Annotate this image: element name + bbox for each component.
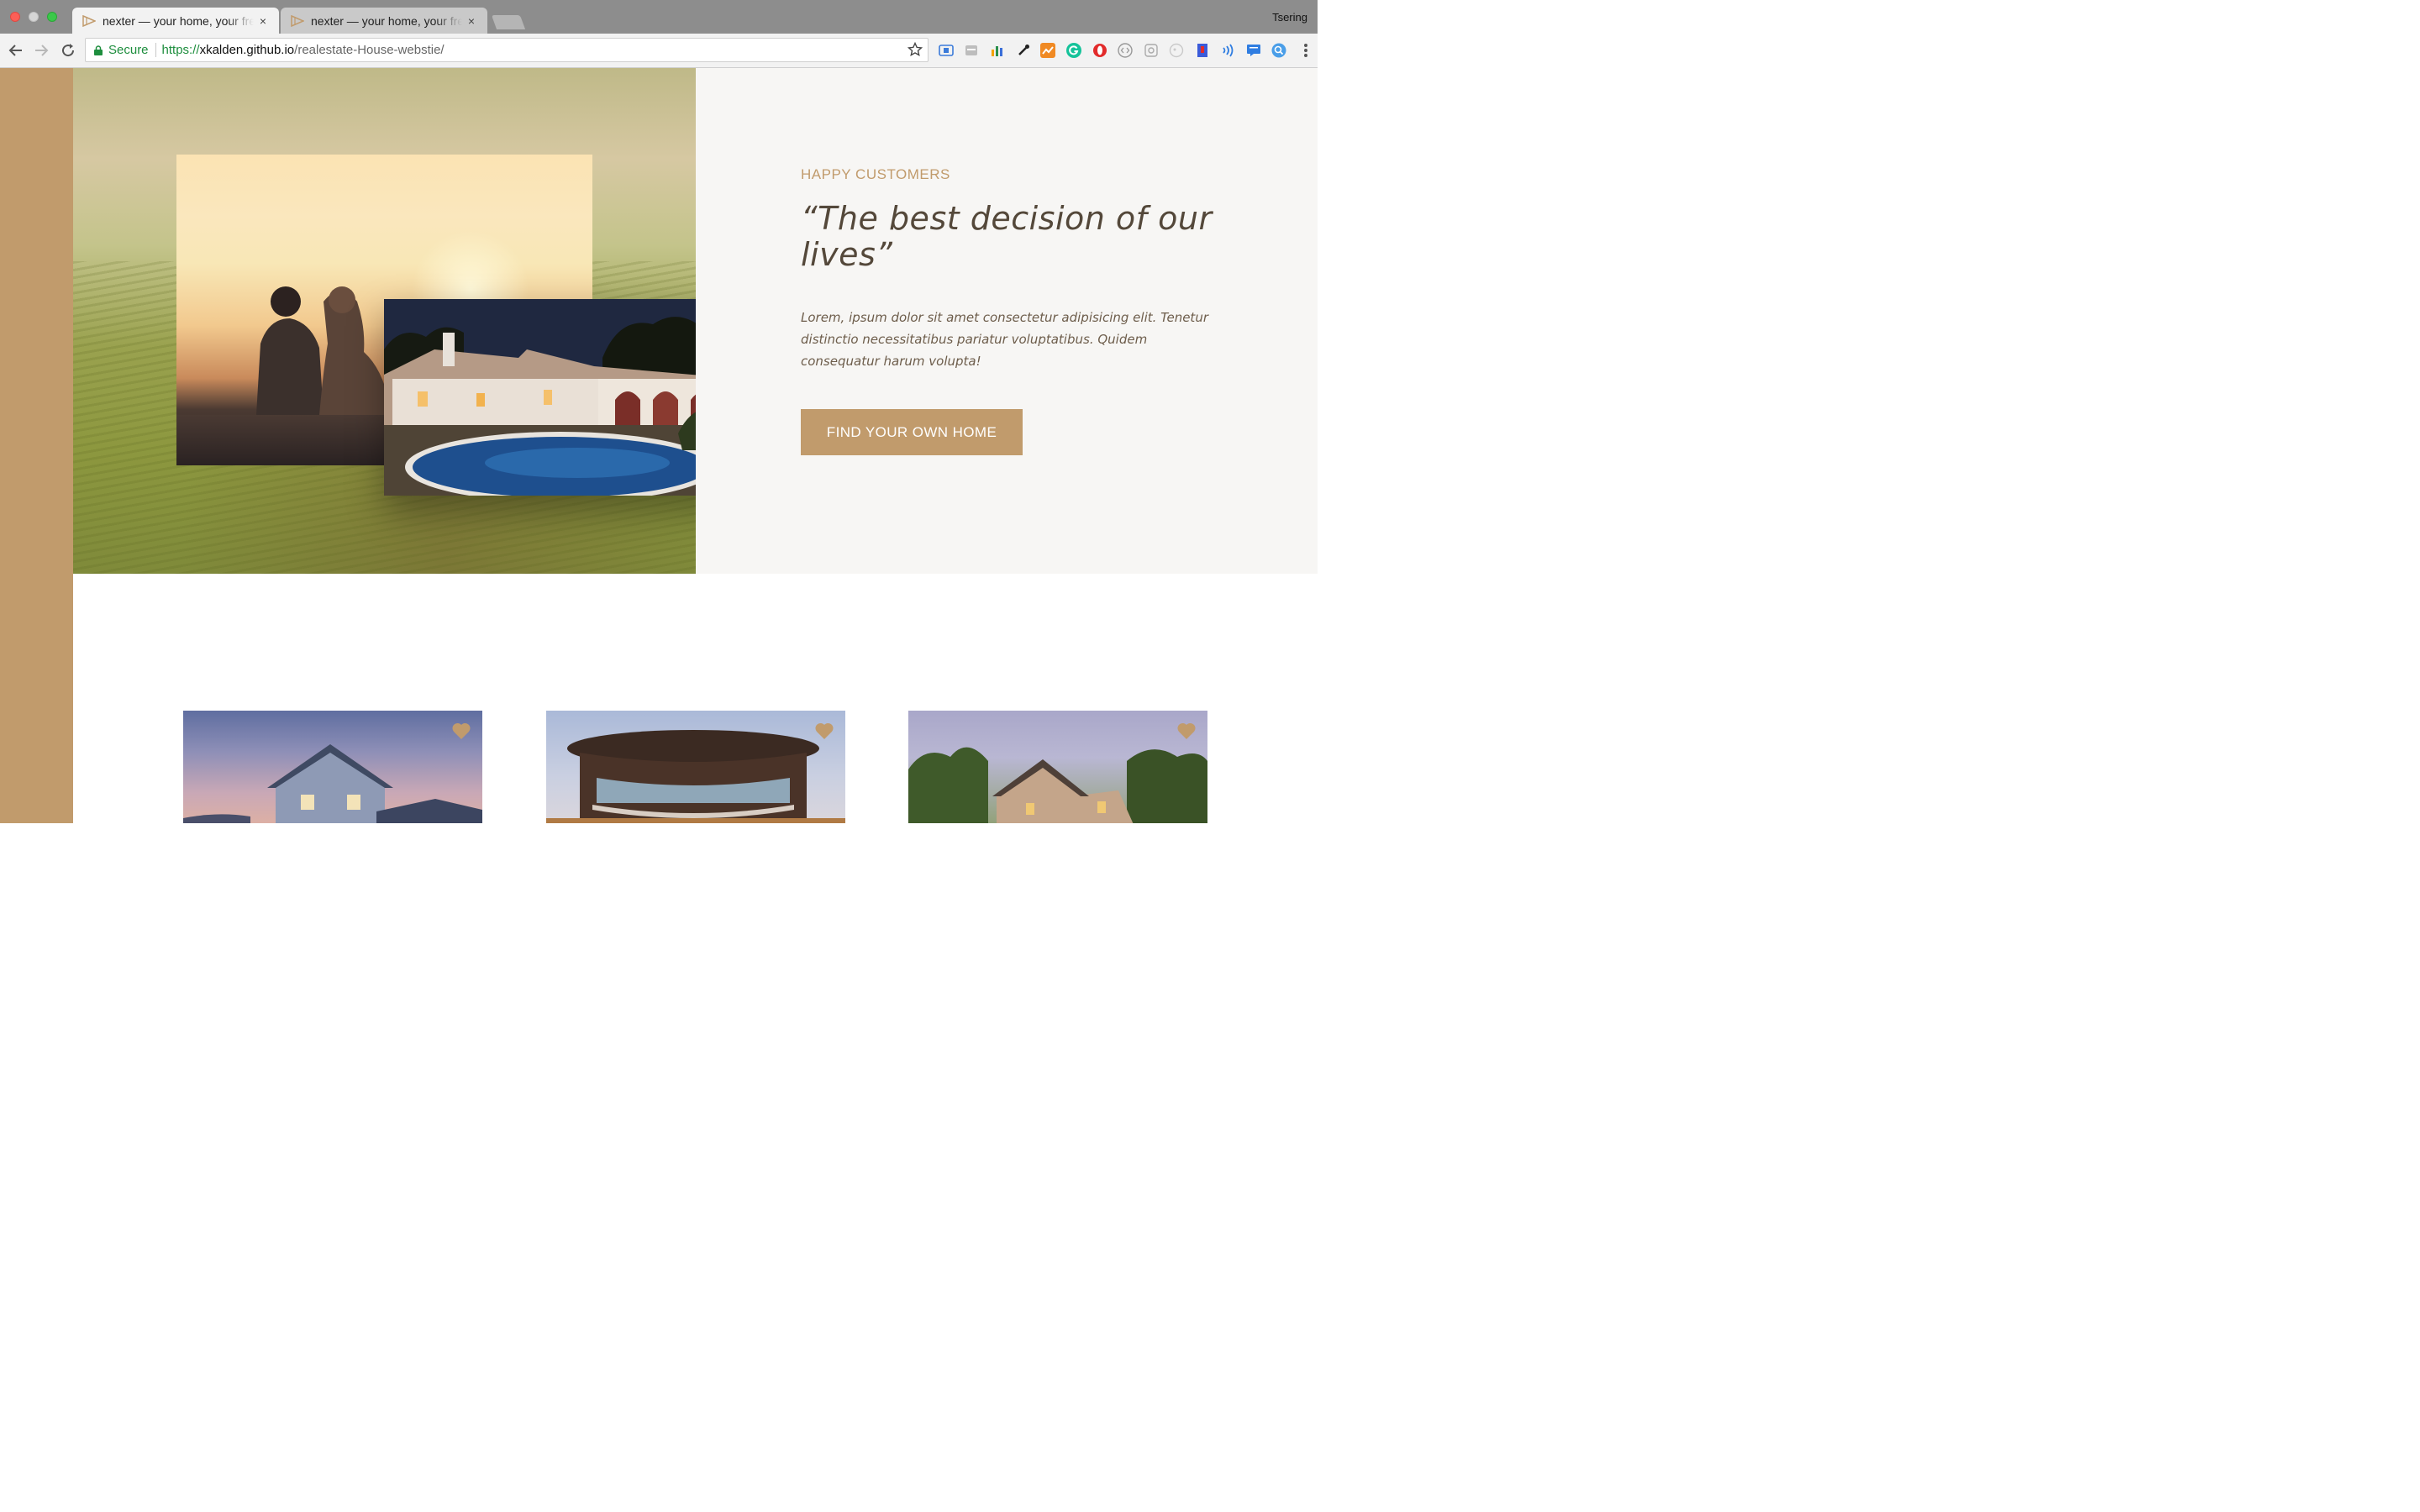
new-tab-button[interactable] — [491, 15, 526, 29]
site-favicon-icon — [82, 14, 96, 27]
address-bar[interactable]: Secure https://xkalden.github.io/realest… — [85, 38, 929, 62]
grammarly-icon[interactable] — [1066, 43, 1081, 58]
home-card[interactable] — [546, 711, 845, 823]
eyedropper-icon[interactable] — [1016, 43, 1031, 58]
home-card[interactable] — [183, 711, 482, 823]
bar-chart-icon[interactable] — [990, 43, 1005, 58]
browser-toolbar: Secure https://xkalden.github.io/realest… — [0, 34, 1318, 68]
wave-icon[interactable] — [1220, 43, 1235, 58]
home-image — [546, 730, 845, 823]
villa-illustration — [384, 299, 696, 496]
trend-icon[interactable] — [1040, 43, 1055, 58]
back-arrow-icon[interactable] — [7, 41, 25, 60]
bookmark-star-icon[interactable] — [908, 42, 923, 57]
browser-tab-active[interactable]: nexter — your home, your freedom × — [72, 8, 279, 34]
close-window-button[interactable] — [10, 12, 20, 22]
site-favicon-icon — [291, 14, 304, 27]
code-icon[interactable] — [1118, 43, 1133, 58]
home-card[interactable] — [908, 711, 1207, 823]
testimonial-quote: “The best decision of our lives” — [801, 200, 1213, 273]
browser-tab[interactable]: nexter — your home, your freedom × — [281, 8, 487, 34]
search-icon[interactable] — [1271, 43, 1286, 58]
find-home-button[interactable]: Find your own home — [801, 409, 1023, 455]
forward-arrow-icon[interactable] — [32, 41, 50, 60]
villa-pool-image — [384, 299, 696, 496]
bookmark-icon[interactable] — [1195, 43, 1210, 58]
story-pictures-section — [73, 68, 696, 574]
heart-icon[interactable] — [451, 722, 471, 740]
url-scheme: https:// — [161, 43, 200, 57]
profile-name[interactable]: Tsering — [1272, 11, 1307, 24]
tab-title: nexter — your home, your freedom — [103, 13, 254, 28]
url-host: xkalden.github.io — [199, 43, 295, 57]
window-icon[interactable] — [964, 43, 979, 58]
url-path: /realestate-House-webstie/ — [294, 43, 445, 57]
page-viewport: Happy Customers “The best decision of ou… — [0, 68, 1318, 823]
homes-section — [73, 574, 1318, 823]
story-content-section: Happy Customers “The best decision of ou… — [696, 68, 1318, 574]
reload-icon[interactable] — [59, 41, 77, 60]
puzzle-icon[interactable] — [1144, 43, 1159, 58]
sidebar-rail — [0, 68, 73, 823]
minimize-window-button[interactable] — [29, 12, 39, 22]
heart-icon[interactable] — [1176, 722, 1197, 740]
tab-title: nexter — your home, your freedom — [311, 13, 462, 28]
couple-silhouette — [256, 286, 389, 415]
heart-icon[interactable] — [814, 722, 834, 740]
ghost-icon[interactable] — [1169, 43, 1184, 58]
testimonial-paragraph: Lorem, ipsum dolor sit amet consectetur … — [801, 310, 1208, 369]
home-image — [908, 747, 1207, 823]
chat-icon[interactable] — [1246, 43, 1261, 58]
tab-close-icon[interactable]: × — [466, 14, 477, 28]
browser-menu-icon[interactable] — [1304, 44, 1307, 57]
secure-label: Secure — [108, 43, 149, 57]
maximize-window-button[interactable] — [47, 12, 57, 22]
lock-icon — [94, 45, 103, 55]
section-eyebrow: Happy Customers — [801, 166, 950, 182]
tab-close-icon[interactable]: × — [257, 14, 269, 28]
browser-tab-bar: nexter — your home, your freedom × nexte… — [0, 0, 1318, 34]
card-icon[interactable] — [939, 43, 954, 58]
omnibox-divider — [155, 43, 156, 57]
home-image — [183, 744, 482, 823]
opera-icon[interactable] — [1092, 43, 1107, 58]
